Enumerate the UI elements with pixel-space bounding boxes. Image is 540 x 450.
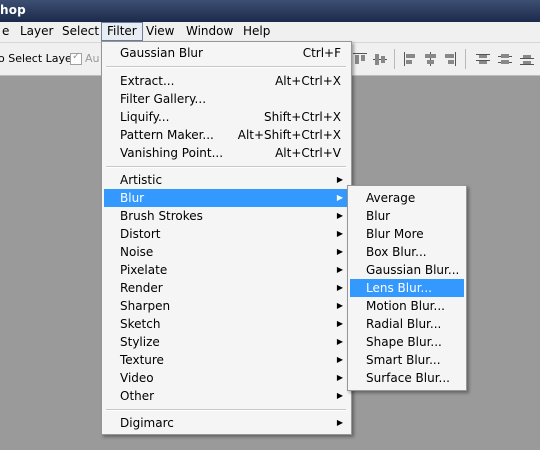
filter-menu: Gaussian Blur Ctrl+F Extract... Alt+Ctrl… [101, 41, 352, 435]
distribute-bottom-icon[interactable] [519, 51, 535, 67]
title-bar: hop [0, 0, 540, 22]
filter-group-blur[interactable]: Blur ▶ [104, 189, 349, 207]
filter-group-digimarc[interactable]: Digimarc ▶ [104, 414, 349, 432]
submenu-arrow-icon: ▶ [336, 175, 343, 184]
menu-select[interactable]: Select [57, 23, 104, 40]
submenu-arrow-icon: ▶ [336, 337, 343, 346]
align-top-icon[interactable] [352, 51, 368, 67]
blur-box-blur[interactable]: Box Blur... [350, 243, 464, 261]
menu-window[interactable]: Window [181, 23, 238, 40]
filter-group-sharpen[interactable]: Sharpen ▶ [104, 297, 349, 315]
auto-select-layer-label[interactable]: o Select Layer [0, 52, 76, 65]
submenu-arrow-icon: ▶ [336, 319, 343, 328]
menu-filter[interactable]: Filter [101, 22, 143, 41]
filter-group-stylize[interactable]: Stylize ▶ [104, 333, 349, 351]
filter-group-artistic[interactable]: Artistic ▶ [104, 171, 349, 189]
blur-motion-blur[interactable]: Motion Blur... [350, 297, 464, 315]
filter-group-texture[interactable]: Texture ▶ [104, 351, 349, 369]
menu-divider [106, 66, 346, 68]
filter-last-gaussian-blur[interactable]: Gaussian Blur Ctrl+F [104, 44, 349, 62]
blur-surface-blur[interactable]: Surface Blur... [350, 369, 464, 387]
blur-blur[interactable]: Blur [350, 207, 464, 225]
distribute-top-icon[interactable] [475, 51, 491, 67]
menu-help[interactable]: Help [238, 23, 275, 40]
submenu-arrow-icon: ▶ [336, 355, 343, 364]
submenu-arrow-icon: ▶ [336, 391, 343, 400]
filter-group-noise[interactable]: Noise ▶ [104, 243, 349, 261]
blur-gaussian-blur[interactable]: Gaussian Blur... [350, 261, 464, 279]
submenu-arrow-icon: ▶ [336, 373, 343, 382]
filter-group-other[interactable]: Other ▶ [104, 387, 349, 405]
filter-group-distort[interactable]: Distort ▶ [104, 225, 349, 243]
submenu-arrow-icon: ▶ [336, 247, 343, 256]
show-transform-checkbox[interactable] [70, 51, 82, 65]
filter-group-pixelate[interactable]: Pixelate ▶ [104, 261, 349, 279]
blur-submenu: Average Blur Blur More Box Blur... Gauss… [347, 185, 467, 391]
submenu-arrow-icon: ▶ [336, 229, 343, 238]
align-right-icon[interactable] [442, 51, 458, 67]
submenu-arrow-icon: ▶ [336, 283, 343, 292]
align-left-icon[interactable] [402, 51, 418, 67]
align-horizontal-center-icon[interactable] [422, 51, 438, 67]
submenu-arrow-icon: ▶ [336, 193, 343, 202]
distribute-vertical-center-icon[interactable] [497, 51, 513, 67]
menu-view[interactable]: View [141, 23, 179, 40]
blur-shape-blur[interactable]: Shape Blur... [350, 333, 464, 351]
submenu-arrow-icon: ▶ [336, 265, 343, 274]
filter-group-render[interactable]: Render ▶ [104, 279, 349, 297]
menu-divider [106, 409, 346, 411]
blur-blur-more[interactable]: Blur More [350, 225, 464, 243]
submenu-arrow-icon: ▶ [336, 211, 343, 220]
menu-bar: e Layer Select Filter View Window Help [0, 22, 540, 43]
filter-group-brush-strokes[interactable]: Brush Strokes ▶ [104, 207, 349, 225]
filter-vanishing-point[interactable]: Vanishing Point... Alt+Ctrl+V [104, 144, 349, 162]
filter-group-video[interactable]: Video ▶ [104, 369, 349, 387]
auto-label-fragment: Au [85, 52, 100, 65]
filter-extract[interactable]: Extract... Alt+Ctrl+X [104, 72, 349, 90]
filter-group-sketch[interactable]: Sketch ▶ [104, 315, 349, 333]
blur-average[interactable]: Average [350, 189, 464, 207]
blur-smart-blur[interactable]: Smart Blur... [350, 351, 464, 369]
menu-divider [106, 166, 346, 168]
filter-gallery[interactable]: Filter Gallery... [104, 90, 349, 108]
window-title: hop [0, 3, 26, 17]
submenu-arrow-icon: ▶ [336, 301, 343, 310]
menu-edit[interactable]: e [0, 23, 14, 40]
filter-liquify[interactable]: Liquify... Shift+Ctrl+X [104, 108, 349, 126]
blur-lens-blur[interactable]: Lens Blur... [350, 279, 464, 297]
filter-pattern-maker[interactable]: Pattern Maker... Alt+Shift+Ctrl+X [104, 126, 349, 144]
menu-layer[interactable]: Layer [15, 23, 58, 40]
align-vertical-center-icon[interactable] [372, 51, 388, 67]
blur-radial-blur[interactable]: Radial Blur... [350, 315, 464, 333]
submenu-arrow-icon: ▶ [336, 418, 343, 427]
